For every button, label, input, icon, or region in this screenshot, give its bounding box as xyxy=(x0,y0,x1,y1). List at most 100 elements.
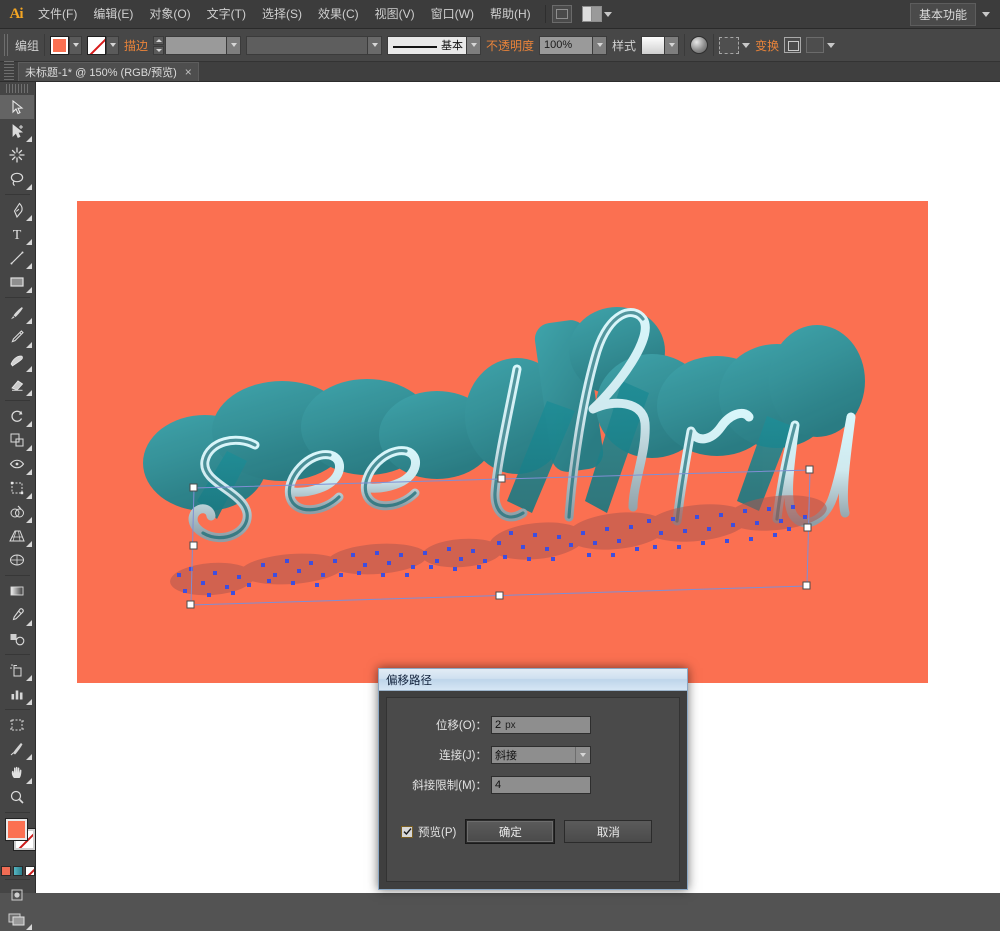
stroke-weight-control[interactable] xyxy=(153,35,242,55)
perspective-grid-tool[interactable] xyxy=(0,524,34,548)
tab-bar-grip[interactable] xyxy=(4,61,14,81)
shape-builder-tool[interactable] xyxy=(0,500,34,524)
direct-selection-tool[interactable] xyxy=(0,119,34,143)
gradient-button[interactable] xyxy=(12,866,23,876)
preview-checkbox[interactable] xyxy=(401,825,413,838)
workspace-label[interactable]: 基本功能 xyxy=(909,2,976,26)
bridge-icon[interactable] xyxy=(551,5,572,23)
brush-definition-dropdown[interactable] xyxy=(467,35,482,55)
chevron-down-icon[interactable] xyxy=(742,42,751,48)
blend-tool[interactable] xyxy=(0,627,34,651)
offset-path-dialog[interactable]: 偏移路径 位移(O)： 2 px 连接(J)： 斜接 斜接限制(M)： 4 预览… xyxy=(378,668,688,890)
stroke-dropdown-button[interactable] xyxy=(106,35,120,55)
fill-control[interactable] xyxy=(50,35,83,55)
brush-definition-value[interactable]: 基本 xyxy=(387,35,468,55)
graphic-style-swatch[interactable] xyxy=(641,35,666,55)
selection-tool[interactable] xyxy=(0,95,34,119)
stroke-weight-stepper[interactable] xyxy=(153,35,165,55)
brush-definition-control[interactable]: 基本 xyxy=(387,35,482,55)
arrange-documents-button[interactable] xyxy=(581,6,612,22)
more-options-control[interactable] xyxy=(806,37,836,53)
menu-view[interactable]: 视图(V) xyxy=(367,0,423,29)
tools-panel-grip[interactable] xyxy=(6,84,29,93)
appearance-icon[interactable] xyxy=(690,36,709,54)
join-select[interactable]: 斜接 xyxy=(491,746,591,764)
preview-checkbox-wrap[interactable]: 预览(P) xyxy=(401,824,456,840)
none-button[interactable] xyxy=(24,866,35,876)
magic-wand-tool[interactable] xyxy=(0,143,34,167)
chevron-down-icon[interactable] xyxy=(982,11,990,17)
gradient-tool[interactable] xyxy=(0,579,34,603)
hand-tool[interactable] xyxy=(0,761,34,785)
width-profile-dropdown[interactable] xyxy=(368,35,383,55)
style-label[interactable]: 样式 xyxy=(612,37,636,54)
rotate-tool[interactable] xyxy=(0,404,34,428)
slice-tool[interactable] xyxy=(0,737,34,761)
width-tool[interactable] xyxy=(0,452,34,476)
menu-window[interactable]: 窗口(W) xyxy=(423,0,482,29)
free-transform-tool[interactable] xyxy=(0,476,34,500)
transform-label[interactable]: 变换 xyxy=(755,37,779,54)
stroke-weight-input[interactable] xyxy=(165,35,228,55)
artboard[interactable] xyxy=(77,201,928,683)
cancel-button[interactable]: 取消 xyxy=(564,820,653,843)
rectangle-tool[interactable] xyxy=(0,270,34,294)
eyedropper-tool[interactable] xyxy=(0,603,34,627)
lasso-tool[interactable] xyxy=(0,167,34,191)
color-button[interactable] xyxy=(0,866,11,876)
blob-brush-tool[interactable] xyxy=(0,349,34,373)
mesh-tool[interactable] xyxy=(0,548,34,572)
stepper-up-button[interactable] xyxy=(153,35,165,45)
menu-select[interactable]: 选择(S) xyxy=(254,0,310,29)
opacity-dropdown[interactable] xyxy=(593,35,608,55)
ok-button[interactable]: 确定 xyxy=(466,820,555,843)
stroke-control[interactable] xyxy=(87,35,120,55)
stroke-swatch-none-icon[interactable] xyxy=(87,35,107,55)
toolbar-fill-swatch[interactable] xyxy=(5,818,28,841)
isolate-blending-icon[interactable] xyxy=(719,36,740,54)
stepper-down-button[interactable] xyxy=(153,45,165,55)
zoom-tool[interactable] xyxy=(0,785,34,809)
type-tool[interactable]: T xyxy=(0,222,34,246)
opacity-label[interactable]: 不透明度 xyxy=(486,37,534,54)
menu-effect[interactable]: 效果(C) xyxy=(310,0,367,29)
pencil-tool[interactable] xyxy=(0,325,34,349)
width-profile-control[interactable] xyxy=(246,35,383,55)
pen-tool[interactable] xyxy=(0,198,34,222)
artboard-tool[interactable] xyxy=(0,713,34,737)
menu-edit[interactable]: 编辑(E) xyxy=(85,0,141,29)
dialog-title-bar[interactable]: 偏移路径 xyxy=(379,669,687,691)
width-profile-input[interactable] xyxy=(246,35,369,55)
offset-input[interactable]: 2 px xyxy=(491,716,591,734)
paintbrush-tool[interactable] xyxy=(0,301,34,325)
stroke-weight-dropdown[interactable] xyxy=(227,35,242,55)
document-tab[interactable]: 未标题-1* @ 150% (RGB/预览) × xyxy=(18,62,199,81)
miter-limit-input[interactable]: 4 xyxy=(491,776,591,794)
opacity-control[interactable]: 100% xyxy=(539,35,608,55)
chevron-down-icon[interactable] xyxy=(575,747,590,763)
chevron-down-icon[interactable] xyxy=(827,42,836,48)
menu-type[interactable]: 文字(T) xyxy=(199,0,254,29)
fill-swatch[interactable] xyxy=(50,35,70,55)
menu-help[interactable]: 帮助(H) xyxy=(482,0,539,29)
shape-options-icon[interactable] xyxy=(806,37,825,53)
eraser-tool[interactable] xyxy=(0,373,34,397)
close-icon[interactable]: × xyxy=(185,66,192,78)
menu-file[interactable]: 文件(F) xyxy=(30,0,85,29)
align-icon[interactable] xyxy=(784,37,802,53)
stroke-label[interactable]: 描边 xyxy=(124,37,148,54)
control-bar-grip[interactable] xyxy=(4,34,10,56)
opacity-mask-control[interactable] xyxy=(719,36,751,54)
graphic-style-dropdown[interactable] xyxy=(665,35,680,55)
menu-object[interactable]: 对象(O) xyxy=(141,0,198,29)
symbol-sprayer-tool[interactable] xyxy=(0,658,34,682)
drawing-mode-button[interactable] xyxy=(0,883,34,907)
column-graph-tool[interactable] xyxy=(0,682,34,706)
line-segment-tool[interactable] xyxy=(0,246,34,270)
scale-tool[interactable] xyxy=(0,428,34,452)
workspace-switcher[interactable]: 基本功能 xyxy=(909,2,1000,26)
graphic-style-control[interactable] xyxy=(641,35,680,55)
screen-mode-button[interactable] xyxy=(0,907,34,931)
fill-dropdown-button[interactable] xyxy=(69,35,83,55)
opacity-input[interactable]: 100% xyxy=(539,35,594,55)
